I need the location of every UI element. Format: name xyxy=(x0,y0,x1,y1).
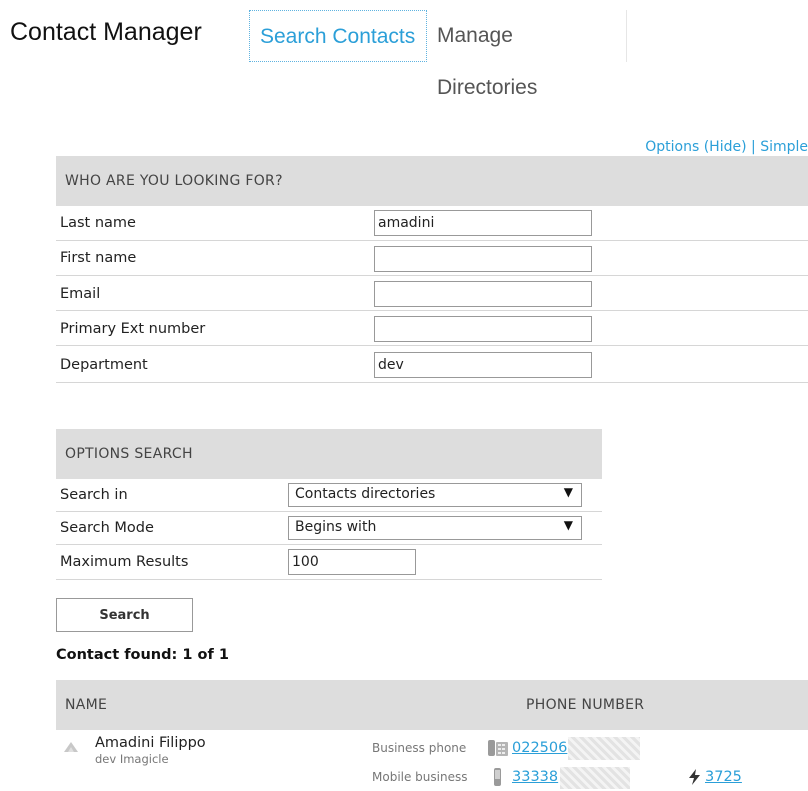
search-in-label: Search in xyxy=(60,487,128,503)
contact-name[interactable]: Amadini Filippo xyxy=(95,735,206,751)
options-hide-link[interactable]: Options (Hide) xyxy=(645,139,746,155)
max-results-input[interactable] xyxy=(288,549,416,575)
department-label: Department xyxy=(60,357,148,373)
mobile-phone-number[interactable]: 33338 xyxy=(512,769,558,785)
options-links: Options (Hide) | Simple xyxy=(645,139,808,155)
tab-search-contacts[interactable]: Search Contacts xyxy=(249,10,427,62)
app-title: Contact Manager xyxy=(10,18,202,46)
primary-ext-input[interactable] xyxy=(374,316,592,342)
first-name-label: First name xyxy=(60,250,137,266)
primary-ext-row: Primary Ext number xyxy=(56,311,808,346)
search-mode-value: Begins with xyxy=(295,519,377,535)
first-name-input[interactable] xyxy=(374,246,592,272)
mobile-phone-icon xyxy=(493,767,502,791)
contact-department-company: dev Imagicle xyxy=(95,752,169,766)
search-in-value: Contacts directories xyxy=(295,486,436,502)
primary-ext-label: Primary Ext number xyxy=(60,321,206,337)
business-phone-label: Business phone xyxy=(372,741,467,755)
department-row: Department xyxy=(56,346,808,383)
contact-found-count: Contact found: 1 of 1 xyxy=(56,647,229,663)
last-name-label: Last name xyxy=(60,215,136,231)
email-row: Email xyxy=(56,276,808,311)
business-phone-number[interactable]: 022506 xyxy=(512,740,567,756)
search-button[interactable]: Search xyxy=(56,598,193,632)
last-name-row: Last name xyxy=(56,206,808,241)
max-results-row: Maximum Results xyxy=(56,545,602,580)
flash-icon xyxy=(688,769,701,789)
first-name-row: First name xyxy=(56,241,808,276)
email-input[interactable] xyxy=(374,281,592,307)
max-results-label: Maximum Results xyxy=(60,554,189,570)
who-section-header: WHO ARE YOU LOOKING FOR? xyxy=(56,156,808,206)
results-header: NAME PHONE NUMBER xyxy=(56,680,808,730)
desk-phone-icon xyxy=(487,738,509,762)
options-section-header: OPTIONS SEARCH xyxy=(56,429,602,479)
dropdown-arrow-icon: ▼ xyxy=(563,485,573,499)
link-separator: | xyxy=(751,139,756,155)
name-column-header: NAME xyxy=(65,697,108,713)
search-in-row: Search in Contacts directories ▼ xyxy=(56,479,602,512)
tab-manage-directories[interactable]: Manage Directories xyxy=(427,10,627,99)
options-section-title: OPTIONS SEARCH xyxy=(65,446,193,462)
search-mode-label: Search Mode xyxy=(60,520,154,536)
redacted-digits xyxy=(560,767,630,789)
last-name-input[interactable] xyxy=(374,210,592,236)
who-section-title: WHO ARE YOU LOOKING FOR? xyxy=(65,173,283,189)
extension-number[interactable]: 3725 xyxy=(705,769,742,785)
search-in-select[interactable]: Contacts directories ▼ xyxy=(288,483,582,507)
simple-link[interactable]: Simple xyxy=(760,139,808,155)
person-icon xyxy=(62,738,80,757)
dropdown-arrow-icon: ▼ xyxy=(563,518,573,532)
search-mode-row: Search Mode Begins with ▼ xyxy=(56,512,602,545)
redacted-digits xyxy=(568,737,640,760)
department-input[interactable] xyxy=(374,352,592,378)
mobile-business-label: Mobile business xyxy=(372,770,468,784)
email-label: Email xyxy=(60,286,101,302)
search-mode-select[interactable]: Begins with ▼ xyxy=(288,516,582,540)
phone-column-header: PHONE NUMBER xyxy=(526,697,645,713)
